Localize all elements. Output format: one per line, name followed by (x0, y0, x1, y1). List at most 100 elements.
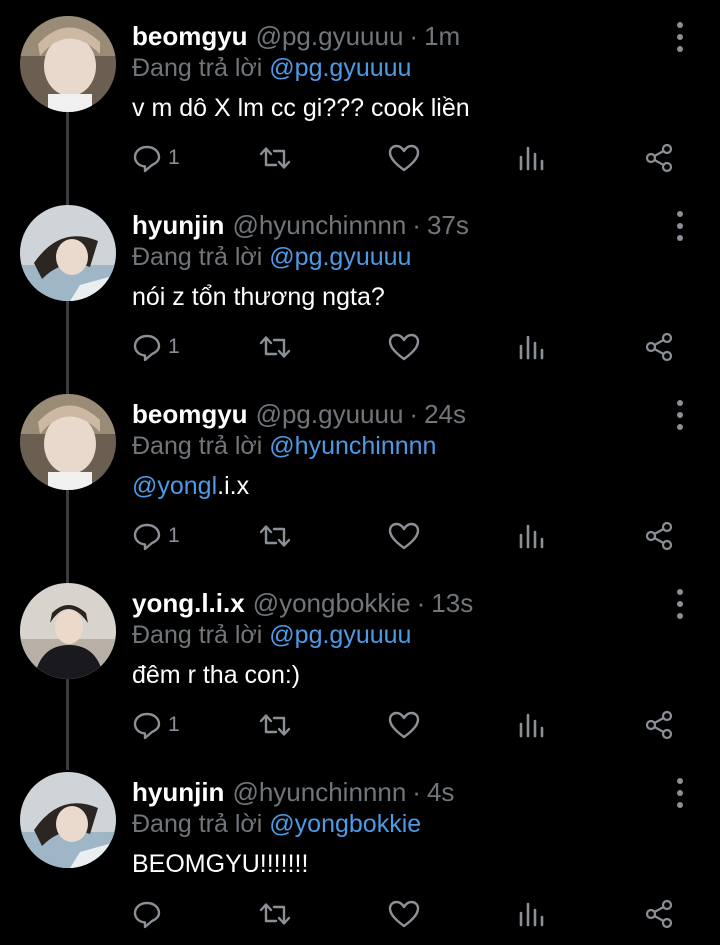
author-name[interactable]: beomgyu (132, 20, 248, 52)
replying-to: Đang trả lời @pg.gyuuuu (132, 619, 411, 651)
timestamp[interactable]: 37s (427, 209, 469, 241)
more-options-icon[interactable] (668, 400, 692, 430)
share-button[interactable] (644, 709, 674, 741)
retweet-button[interactable] (258, 898, 292, 930)
share-icon (645, 521, 673, 551)
like-button[interactable] (388, 709, 420, 741)
reply-button[interactable]: 1 (132, 331, 180, 363)
reply-count: 1 (168, 335, 180, 358)
avatar[interactable] (20, 583, 116, 679)
tweet-mention[interactable]: @yongl (132, 472, 217, 500)
author-handle[interactable]: @pg.gyuuuu (256, 20, 404, 52)
replying-to-label: Đang trả lời (132, 621, 263, 649)
retweet-icon (259, 147, 291, 169)
more-options-icon[interactable] (668, 211, 692, 241)
author-name[interactable]: beomgyu (132, 398, 248, 430)
replying-to: Đang trả lời @pg.gyuuuu (132, 241, 411, 273)
author-name[interactable]: hyunjin (132, 776, 224, 808)
reply-icon (133, 523, 161, 551)
retweet-button[interactable] (258, 709, 292, 741)
tweet-text: đêm r tha con:) (132, 659, 300, 691)
avatar[interactable] (20, 394, 116, 490)
tweet-text-content: v m dô X lm cc gi??? cook liền (132, 94, 470, 122)
replying-to-mention[interactable]: @hyunchinnnn (269, 432, 436, 460)
retweet-icon (259, 336, 291, 358)
retweet-button[interactable] (258, 520, 292, 552)
author-handle[interactable]: @pg.gyuuuu (256, 398, 404, 430)
retweet-button[interactable] (258, 142, 292, 174)
author-handle[interactable]: @yongbokkie (253, 587, 411, 619)
replying-to-mention[interactable]: @pg.gyuuuu (269, 243, 411, 271)
share-icon (645, 710, 673, 740)
replying-to-mention[interactable]: @pg.gyuuuu (269, 54, 411, 82)
author-name[interactable]: hyunjin (132, 209, 224, 241)
retweet-icon (259, 714, 291, 736)
like-button[interactable] (388, 142, 420, 174)
timestamp[interactable]: 24s (424, 398, 466, 430)
timestamp[interactable]: 13s (431, 587, 473, 619)
tweet-actions: 1 (132, 520, 692, 552)
views-button[interactable] (518, 709, 544, 741)
views-button[interactable] (518, 520, 544, 552)
heart-icon (388, 333, 420, 361)
like-button[interactable] (388, 898, 420, 930)
tweet-text: BEOMGYU!!!!!!! (132, 848, 308, 880)
tweet[interactable]: hyunjin @hyunchinnnn · 4s Đang trả lời @… (0, 756, 720, 945)
replying-to-mention[interactable]: @yongbokkie (269, 810, 421, 838)
avatar[interactable] (20, 205, 116, 301)
reply-icon (133, 145, 161, 173)
more-options-icon[interactable] (668, 589, 692, 619)
tweet[interactable]: hyunjin @hyunchinnnn · 37s Đang trả lời … (0, 189, 720, 378)
avatar[interactable] (20, 16, 116, 112)
more-options-icon[interactable] (668, 778, 692, 808)
share-icon (645, 143, 673, 173)
views-button[interactable] (518, 142, 544, 174)
more-options-icon[interactable] (668, 22, 692, 52)
heart-icon (388, 144, 420, 172)
separator-dot: · (416, 588, 426, 618)
reply-icon (133, 712, 161, 740)
replying-to: Đang trả lời @yongbokkie (132, 808, 421, 840)
share-button[interactable] (644, 142, 674, 174)
tweet-actions: 1 (132, 331, 692, 363)
heart-icon (388, 900, 420, 928)
separator-dot: · (412, 777, 421, 807)
tweet-actions: 1 (132, 142, 692, 174)
reply-icon (133, 901, 161, 929)
avatar[interactable] (20, 772, 116, 868)
tweet[interactable]: beomgyu @pg.gyuuuu · 1m Đang trả lời @pg… (0, 0, 720, 189)
analytics-icon (519, 146, 544, 171)
retweet-button[interactable] (258, 331, 292, 363)
reply-button[interactable]: 1 (132, 709, 180, 741)
author-handle[interactable]: @hyunchinnnn (232, 776, 406, 808)
like-button[interactable] (388, 520, 420, 552)
like-button[interactable] (388, 331, 420, 363)
replying-to-label: Đang trả lời (132, 810, 263, 838)
analytics-icon (519, 713, 544, 738)
views-button[interactable] (518, 898, 544, 930)
tweet[interactable]: beomgyu @pg.gyuuuu · 24s Đang trả lời @h… (0, 378, 720, 567)
author-name[interactable]: yong.l.i.x (132, 587, 245, 619)
share-button[interactable] (644, 331, 674, 363)
tweet-text: @yongl.i.x (132, 470, 249, 502)
reply-button[interactable] (132, 898, 168, 930)
reply-button[interactable]: 1 (132, 142, 180, 174)
replying-to-mention[interactable]: @pg.gyuuuu (269, 621, 411, 649)
heart-icon (388, 711, 420, 739)
author-handle[interactable]: @hyunchinnnn (232, 209, 406, 241)
separator-dot: · (409, 21, 419, 51)
tweet-text: nói z tổn thương ngta? (132, 281, 385, 313)
share-button[interactable] (644, 898, 674, 930)
timestamp[interactable]: 1m (424, 20, 460, 52)
views-button[interactable] (518, 331, 544, 363)
tweet[interactable]: yong.l.i.x @yongbokkie · 13s Đang trả lờ… (0, 567, 720, 756)
heart-icon (388, 522, 420, 550)
share-button[interactable] (644, 520, 674, 552)
reply-count: 1 (168, 713, 180, 736)
reply-button[interactable]: 1 (132, 520, 180, 552)
reply-count: 1 (168, 524, 180, 547)
tweet-text-content: BEOMGYU!!!!!!! (132, 850, 309, 878)
tweet-text-content: đêm r tha con:) (132, 661, 301, 689)
timestamp[interactable]: 4s (427, 776, 454, 808)
replying-to-label: Đang trả lời (132, 54, 263, 82)
